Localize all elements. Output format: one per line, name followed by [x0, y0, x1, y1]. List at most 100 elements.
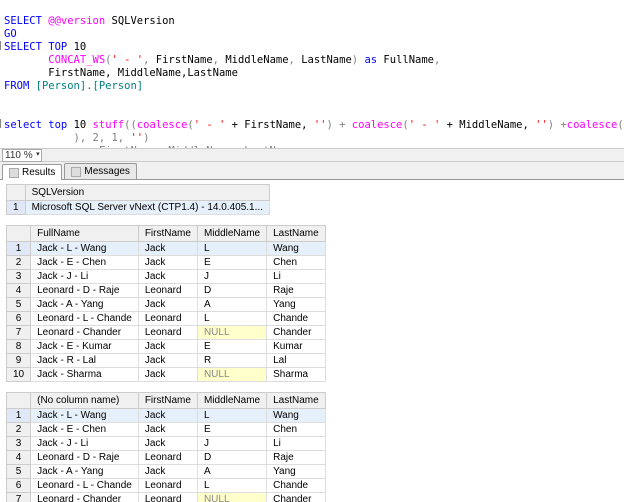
cell[interactable]: Jack - L - Wang	[31, 242, 139, 256]
table-row[interactable]: 5Jack - A - YangJackAYang	[7, 465, 326, 479]
cell[interactable]: Jack - J - Li	[31, 437, 139, 451]
cell[interactable]: Yang	[267, 465, 326, 479]
zoom-dropdown[interactable]: 110 %	[2, 149, 42, 162]
cell[interactable]: Lal	[267, 354, 326, 368]
cell[interactable]: Jack	[138, 340, 197, 354]
cell[interactable]: Leonard - D - Raje	[31, 284, 139, 298]
cell[interactable]: Chen	[267, 256, 326, 270]
cell[interactable]: Leonard	[138, 312, 197, 326]
cell[interactable]: Leonard	[138, 326, 197, 340]
cell[interactable]: Chen	[267, 423, 326, 437]
cell[interactable]: Jack	[138, 354, 197, 368]
cell[interactable]: E	[197, 256, 266, 270]
tab-results[interactable]: Results	[2, 164, 62, 180]
cell[interactable]: D	[197, 451, 266, 465]
cell[interactable]: Jack - E - Chen	[31, 256, 139, 270]
results-grid-1[interactable]: SQLVersion 1Microsoft SQL Server vNext (…	[6, 184, 270, 215]
col-header[interactable]: FirstName	[138, 393, 197, 409]
cell[interactable]: A	[197, 298, 266, 312]
table-row[interactable]: 6Leonard - L - ChandeLeonardLChande	[7, 479, 326, 493]
table-row[interactable]: 8Jack - E - KumarJackEKumar	[7, 340, 326, 354]
cell[interactable]: Chander	[267, 493, 326, 502]
cell[interactable]: Jack - A - Yang	[31, 298, 139, 312]
cell[interactable]: R	[197, 354, 266, 368]
col-header[interactable]: LastName	[267, 226, 326, 242]
code-fold-icon[interactable]: -	[0, 119, 1, 128]
cell[interactable]: E	[197, 423, 266, 437]
table-row[interactable]: 1Microsoft SQL Server vNext (CTP1.4) - 1…	[7, 201, 270, 215]
col-header[interactable]: MiddleName	[197, 226, 266, 242]
col-header[interactable]: (No column name)	[31, 393, 139, 409]
results-grid-3[interactable]: (No column name) FirstName MiddleName La…	[6, 392, 326, 502]
cell[interactable]: Kumar	[267, 340, 326, 354]
cell[interactable]: Wang	[267, 242, 326, 256]
cell[interactable]: D	[197, 284, 266, 298]
cell[interactable]: Raje	[267, 451, 326, 465]
table-row[interactable]: 10Jack - SharmaJackNULLSharma	[7, 368, 326, 382]
cell[interactable]: L	[197, 312, 266, 326]
code-fold-icon[interactable]: -	[0, 41, 1, 50]
cell[interactable]: Leonard - D - Raje	[31, 451, 139, 465]
results-grid-2[interactable]: FullName FirstName MiddleName LastName 1…	[6, 225, 326, 382]
cell[interactable]: E	[197, 340, 266, 354]
tab-messages[interactable]: Messages	[64, 163, 137, 179]
table-row[interactable]: 6Leonard - L - ChandeLeonardLChande	[7, 312, 326, 326]
cell[interactable]: Jack	[138, 368, 197, 382]
table-row[interactable]: 7Leonard - ChanderLeonardNULLChander	[7, 493, 326, 502]
cell[interactable]: J	[197, 270, 266, 284]
cell[interactable]: Wang	[267, 409, 326, 423]
table-row[interactable]: 5Jack - A - YangJackAYang	[7, 298, 326, 312]
table-row[interactable]: 3Jack - J - LiJackJLi	[7, 270, 326, 284]
cell[interactable]: Leonard - L - Chande	[31, 312, 139, 326]
cell[interactable]: Leonard	[138, 479, 197, 493]
cell[interactable]: Leonard - Chander	[31, 493, 139, 502]
table-row[interactable]: 4Leonard - D - RajeLeonardDRaje	[7, 451, 326, 465]
cell[interactable]: Jack	[138, 270, 197, 284]
cell[interactable]: Leonard - L - Chande	[31, 479, 139, 493]
cell[interactable]: Microsoft SQL Server vNext (CTP1.4) - 14…	[25, 201, 269, 215]
cell[interactable]: Jack - Sharma	[31, 368, 139, 382]
cell[interactable]: Jack	[138, 465, 197, 479]
table-row[interactable]: 7Leonard - ChanderLeonardNULLChander	[7, 326, 326, 340]
cell[interactable]: Jack - J - Li	[31, 270, 139, 284]
cell[interactable]: Raje	[267, 284, 326, 298]
cell[interactable]: Jack - E - Kumar	[31, 340, 139, 354]
cell[interactable]: Jack	[138, 242, 197, 256]
table-row[interactable]: 2Jack - E - ChenJackEChen	[7, 423, 326, 437]
results-pane[interactable]: SQLVersion 1Microsoft SQL Server vNext (…	[0, 180, 624, 502]
cell[interactable]: Leonard - Chander	[31, 326, 139, 340]
col-header[interactable]: LastName	[267, 393, 326, 409]
cell[interactable]: Li	[267, 437, 326, 451]
col-header[interactable]: FullName	[31, 226, 139, 242]
table-row[interactable]: 3Jack - J - LiJackJLi	[7, 437, 326, 451]
cell[interactable]: Chande	[267, 479, 326, 493]
cell[interactable]: Chander	[267, 326, 326, 340]
cell[interactable]: Jack	[138, 409, 197, 423]
cell[interactable]: Jack - E - Chen	[31, 423, 139, 437]
table-row[interactable]: 1Jack - L - WangJackLWang	[7, 409, 326, 423]
cell[interactable]: Leonard	[138, 451, 197, 465]
sql-editor[interactable]: SELECT @@version SQLVersion GO -SELECT T…	[0, 0, 624, 148]
cell[interactable]: Jack	[138, 437, 197, 451]
cell[interactable]: Leonard	[138, 284, 197, 298]
col-header[interactable]: SQLVersion	[25, 185, 269, 201]
cell[interactable]: Jack	[138, 256, 197, 270]
cell[interactable]: NULL	[197, 368, 266, 382]
cell[interactable]: Jack - A - Yang	[31, 465, 139, 479]
table-row[interactable]: 4Leonard - D - RajeLeonardDRaje	[7, 284, 326, 298]
cell[interactable]: Sharma	[267, 368, 326, 382]
col-header[interactable]: MiddleName	[197, 393, 266, 409]
cell[interactable]: Jack	[138, 298, 197, 312]
col-header[interactable]: FirstName	[138, 226, 197, 242]
cell[interactable]: A	[197, 465, 266, 479]
cell[interactable]: Li	[267, 270, 326, 284]
cell[interactable]: Jack - R - Lal	[31, 354, 139, 368]
cell[interactable]: NULL	[197, 326, 266, 340]
cell[interactable]: NULL	[197, 493, 266, 502]
cell[interactable]: L	[197, 409, 266, 423]
cell[interactable]: Jack	[138, 423, 197, 437]
cell[interactable]: L	[197, 242, 266, 256]
table-row[interactable]: 1Jack - L - WangJackLWang	[7, 242, 326, 256]
cell[interactable]: J	[197, 437, 266, 451]
table-row[interactable]: 9Jack - R - LalJackRLal	[7, 354, 326, 368]
